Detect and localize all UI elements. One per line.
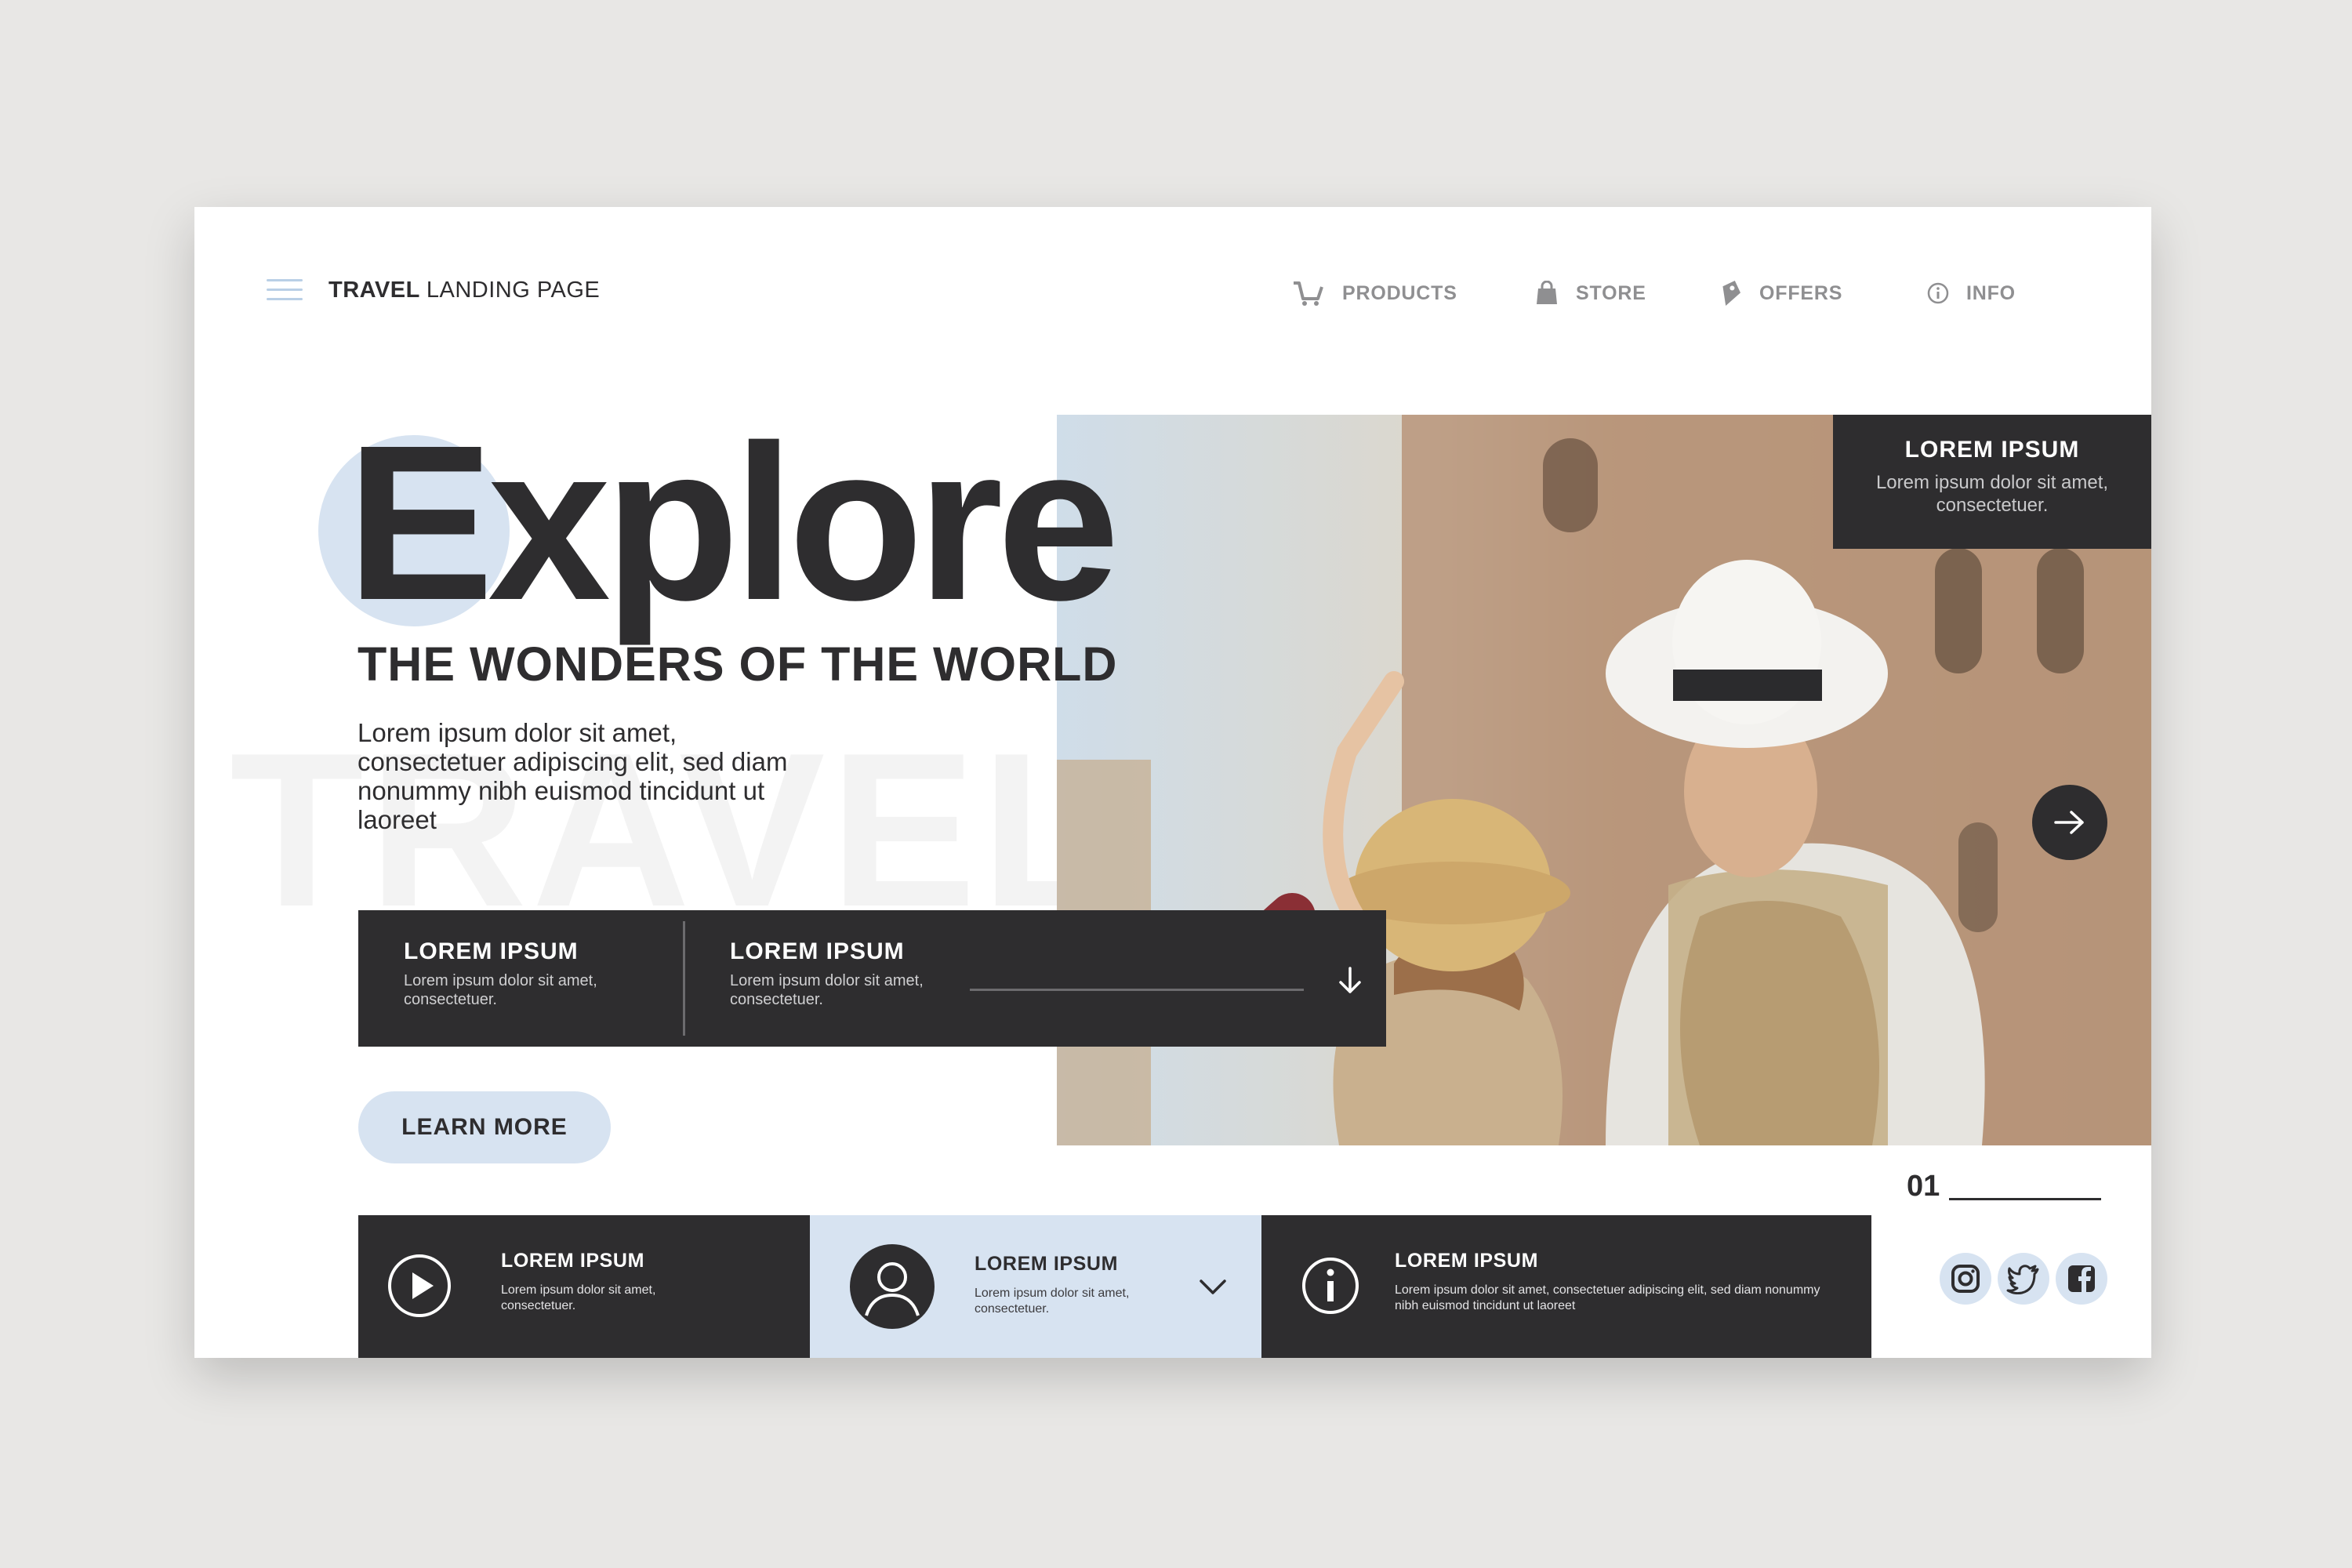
info-strip-title-2: LOREM IPSUM [730,938,905,964]
nav-item-store[interactable]: STORE [1535,270,1646,317]
nav-item-offers[interactable]: OFFERS [1719,270,1842,317]
hero-subtitle: THE WONDERS OF THE WORLD [358,637,1118,691]
bottom-card-video[interactable]: LOREM IPSUM Lorem ipsum dolor sit amet, … [358,1215,810,1358]
info-strip-text-1: Lorem ipsum dolor sit amet, consectetuer… [404,972,597,1008]
landing-page: TRAVEL LANDING PAGE PRODUCTS STORE OFFERS [194,207,2151,1358]
info-strip-divider [683,921,685,1036]
cart-icon [1294,281,1323,306]
photo-card-title: LOREM IPSUM [1904,437,2080,463]
bottom-card-text-2: Lorem ipsum dolor sit amet, consectetuer… [975,1287,1130,1316]
hero-lead-text: Lorem ipsum dolor sit amet, consectetuer… [358,718,788,834]
info-icon [1302,1258,1359,1314]
bottom-card-profile[interactable]: LOREM IPSUM Lorem ipsum dolor sit amet, … [810,1215,1261,1358]
nav-item-info[interactable]: INFO [1927,270,2016,317]
instagram-icon [1951,1265,1980,1293]
bottom-card-text-1: Lorem ipsum dolor sit amet, consectetuer… [501,1283,656,1312]
bottom-card-title-1: LOREM IPSUM [501,1250,644,1272]
facebook-button[interactable] [2056,1253,2107,1305]
play-icon [388,1254,451,1317]
chevron-down-icon[interactable] [1199,1278,1227,1297]
twitter-icon [2006,1265,2039,1294]
top-nav: PRODUCTS STORE OFFERS INFO [194,270,2151,317]
bottom-card-title-3: LOREM IPSUM [1395,1250,1538,1272]
info-strip-line [970,989,1304,991]
info-strip-title-1: LOREM IPSUM [404,938,579,964]
learn-more-button[interactable]: LEARN MORE [358,1091,611,1163]
hero-title: Explore [347,399,1120,646]
tag-icon [1722,281,1740,306]
nav-label-offers: OFFERS [1759,281,1843,304]
photo-card-text: Lorem ipsum dolor sit amet, consectetuer… [1875,472,2109,516]
next-slide-button[interactable] [2032,785,2107,860]
nav-label-products: PRODUCTS [1342,281,1457,304]
facebook-icon [2068,1265,2095,1292]
arrow-right-icon [2054,811,2084,834]
slide-counter-line [1949,1198,2101,1200]
user-icon [850,1244,935,1329]
instagram-button[interactable] [1940,1253,1991,1305]
twitter-button[interactable] [1998,1253,2049,1305]
bottom-card-text-3: Lorem ipsum dolor sit amet, consectetuer… [1395,1283,1820,1312]
shopping-bag-icon [1537,281,1557,304]
nav-label-info: INFO [1966,281,2016,304]
slide-counter: 01 [1907,1170,1940,1203]
bottom-card-title-2: LOREM IPSUM [975,1253,1118,1275]
info-strip-block-1: LOREM IPSUM Lorem ipsum dolor sit amet, … [404,938,647,1009]
nav-item-products[interactable]: PRODUCTS [1292,270,1457,317]
info-strip: LOREM IPSUM Lorem ipsum dolor sit amet, … [358,910,1386,1047]
info-icon [1927,282,1949,304]
info-strip-block-2: LOREM IPSUM Lorem ipsum dolor sit amet, … [730,938,973,1009]
bottom-card-info[interactable]: LOREM IPSUM Lorem ipsum dolor sit amet, … [1261,1215,1871,1358]
arrow-down-icon[interactable] [1337,965,1363,996]
info-strip-text-2: Lorem ipsum dolor sit amet, consectetuer… [730,972,924,1008]
photo-info-card[interactable]: LOREM IPSUM Lorem ipsum dolor sit amet, … [1833,415,2151,549]
nav-label-store: STORE [1576,281,1646,304]
